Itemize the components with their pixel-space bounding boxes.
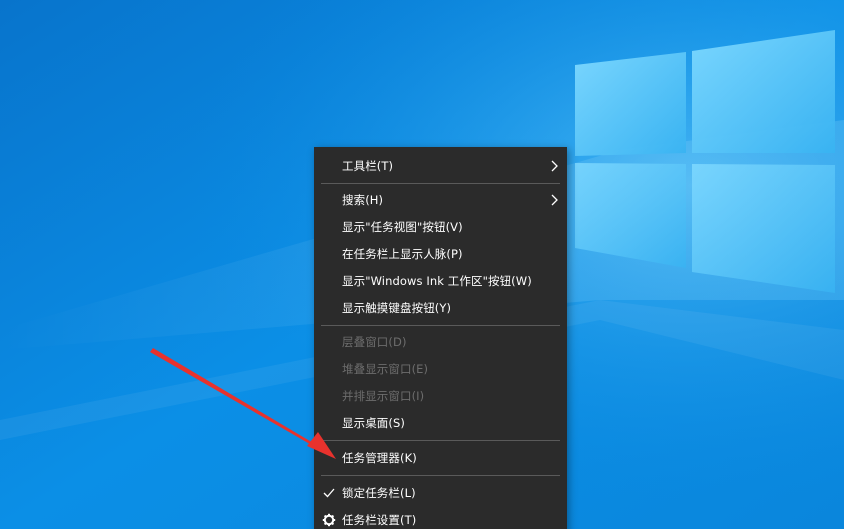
menu-item-label: 堆叠显示窗口(E) (342, 362, 429, 376)
menu-item-label: 显示触摸键盘按钮(Y) (342, 301, 452, 315)
menu-item-label: 层叠窗口(D) (342, 335, 407, 349)
menu-item-search[interactable]: 搜索(H) (314, 187, 567, 213)
menu-item-label: 搜索(H) (342, 193, 384, 207)
menu-item-stack-windows: 堆叠显示窗口(E) (314, 356, 567, 382)
menu-item-lock-taskbar[interactable]: 锁定任务栏(L) (314, 480, 567, 506)
menu-item-label: 显示"任务视图"按钮(V) (342, 220, 463, 234)
menu-item-label: 工具栏(T) (342, 159, 394, 173)
checkmark-icon (323, 488, 335, 498)
menu-separator (321, 183, 560, 184)
menu-item-label: 任务管理器(K) (342, 451, 417, 465)
taskbar-context-menu: 工具栏(T) 搜索(H) 显示"任务视图"按钮(V) 在任务栏上显示人脉(P) … (314, 147, 567, 529)
menu-item-label: 锁定任务栏(L) (342, 486, 416, 500)
desktop: 工具栏(T) 搜索(H) 显示"任务视图"按钮(V) 在任务栏上显示人脉(P) … (0, 0, 844, 529)
menu-separator (321, 475, 560, 476)
menu-item-label: 在任务栏上显示人脉(P) (342, 247, 463, 261)
gear-icon (322, 513, 336, 527)
menu-item-task-manager[interactable]: 任务管理器(K) (314, 445, 567, 471)
menu-item-show-windows-ink[interactable]: 显示"Windows Ink 工作区"按钮(W) (314, 268, 567, 294)
menu-item-label: 并排显示窗口(I) (342, 389, 425, 403)
menu-item-label: 任务栏设置(T) (342, 513, 417, 527)
menu-item-show-touch-keyboard[interactable]: 显示触摸键盘按钮(Y) (314, 295, 567, 321)
menu-item-label: 显示"Windows Ink 工作区"按钮(W) (342, 274, 532, 288)
menu-separator (321, 440, 560, 441)
menu-item-show-desktop[interactable]: 显示桌面(S) (314, 410, 567, 436)
menu-item-show-people[interactable]: 在任务栏上显示人脉(P) (314, 241, 567, 267)
chevron-right-icon (551, 194, 558, 206)
menu-item-show-task-view-button[interactable]: 显示"任务视图"按钮(V) (314, 214, 567, 240)
menu-item-taskbar-settings[interactable]: 任务栏设置(T) (314, 507, 567, 529)
chevron-right-icon (551, 160, 558, 172)
menu-item-cascade-windows: 层叠窗口(D) (314, 329, 567, 355)
menu-item-toolbars[interactable]: 工具栏(T) (314, 153, 567, 179)
menu-item-label: 显示桌面(S) (342, 416, 405, 430)
menu-separator (321, 325, 560, 326)
menu-item-side-by-side-windows: 并排显示窗口(I) (314, 383, 567, 409)
